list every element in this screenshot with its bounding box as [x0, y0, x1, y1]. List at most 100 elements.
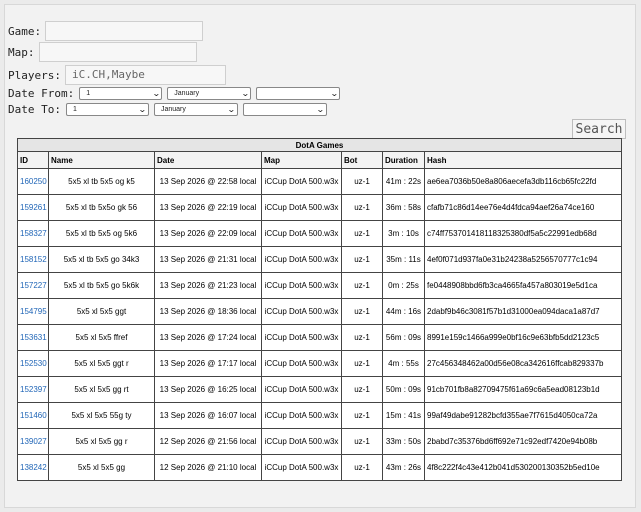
- cell-duration: 44m : 16s: [382, 298, 425, 325]
- cell-id[interactable]: 152530: [17, 350, 49, 377]
- cell-date: 13 Sep 2026 @ 17:17 local: [154, 350, 262, 377]
- cell-id[interactable]: 154795: [17, 298, 49, 325]
- cell-name: 5x5 xl 5x5 gg: [48, 454, 155, 481]
- table-caption: DotA Games: [17, 138, 622, 152]
- date-to-month-value: January: [160, 106, 186, 113]
- chevron-down-icon: ⌄: [329, 88, 339, 98]
- date-to-year-select[interactable]: ⌄: [242, 103, 327, 116]
- table-row[interactable]: 152530 5x5 xl 5x5 ggt r 13 Sep 2026 @ 17:1…: [17, 350, 622, 377]
- column-header-date[interactable]: Date: [154, 151, 262, 169]
- cell-name: 5x5 xl tb 5x5 og 5k6: [48, 220, 155, 247]
- column-header-name[interactable]: Name: [48, 151, 155, 169]
- cell-id[interactable]: 139027: [17, 428, 49, 455]
- cell-date: 13 Sep 2026 @ 22:58 local: [154, 168, 262, 195]
- cell-date: 13 Sep 2026 @ 21:31 local: [154, 246, 262, 273]
- table-header-row: ID Name Date Map Bot Duration Hash: [17, 151, 622, 169]
- cell-id[interactable]: 151460: [17, 402, 49, 429]
- cell-date: 12 Sep 2026 @ 21:10 local: [154, 454, 262, 481]
- search-button[interactable]: Search: [572, 119, 626, 139]
- cell-name: 5x5 xl tb 5x5o gk 56: [48, 194, 155, 221]
- cell-id[interactable]: 160250: [17, 168, 49, 195]
- cell-date: 13 Sep 2026 @ 16:25 local: [154, 376, 262, 403]
- cell-id[interactable]: 159261: [17, 194, 49, 221]
- cell-date: 13 Sep 2026 @ 22:09 local: [154, 220, 262, 247]
- table-row[interactable]: 153631 5x5 xl 5x5 ffref 13 Sep 2026 @ 17:2…: [17, 324, 622, 351]
- cell-hash: 2dabf9b46c3081f57b1d31000ea094daca1a87d7: [424, 298, 622, 325]
- players-input[interactable]: iC.CH,Maybe: [64, 65, 226, 85]
- column-header-map[interactable]: Map: [261, 151, 342, 169]
- cell-bot: uz-1: [341, 298, 383, 325]
- date-from-year-select[interactable]: ⌄: [256, 87, 341, 100]
- cell-map: iCCup DotA 500.w3x: [261, 298, 342, 325]
- cell-hash: ae6ea7036b50e8a806aecefa3db116cb65fc22fd: [424, 168, 622, 195]
- game-input[interactable]: [45, 21, 204, 41]
- table-row[interactable]: 159261 5x5 xl tb 5x5o gk 56 13 Sep 2026 @ …: [17, 194, 622, 221]
- cell-map: iCCup DotA 500.w3x: [261, 194, 342, 221]
- cell-map: iCCup DotA 500.w3x: [261, 220, 342, 247]
- cell-id[interactable]: 157227: [17, 272, 49, 299]
- cell-bot: uz-1: [341, 220, 383, 247]
- cell-hash: 8991e159c1466a999e0bf16c9e63bfb5dd2123c5: [424, 324, 622, 351]
- date-to-month-select[interactable]: January ⌄: [153, 103, 238, 116]
- table-row[interactable]: 152397 5x5 xl 5x5 gg rt 13 Sep 2026 @ 16:2…: [17, 376, 622, 403]
- date-from-month-select[interactable]: January ⌄: [167, 87, 252, 100]
- cell-date: 13 Sep 2026 @ 22:19 local: [154, 194, 262, 221]
- cell-name: 5x5 xl tb 5x5 og k5: [48, 168, 155, 195]
- cell-duration: 0m : 25s: [382, 272, 425, 299]
- cell-bot: uz-1: [341, 454, 383, 481]
- cell-bot: uz-1: [341, 350, 383, 377]
- cell-map: iCCup DotA 500.w3x: [261, 272, 342, 299]
- table-row[interactable]: 138242 5x5 xl 5x5 gg 12 Sep 2026 @ 21:10 l…: [17, 454, 622, 481]
- table-row[interactable]: 139027 5x5 xl 5x5 gg r 12 Sep 2026 @ 21:56…: [17, 428, 622, 455]
- map-label: Map:: [8, 45, 35, 59]
- cell-name: 5x5 xl tb 5x5 go 34k3: [48, 246, 155, 273]
- cell-date: 13 Sep 2026 @ 18:36 local: [154, 298, 262, 325]
- chevron-down-icon: ⌄: [151, 88, 161, 98]
- column-header-hash[interactable]: Hash: [424, 151, 622, 169]
- cell-name: 5x5 xl tb 5x5 go 5k6k: [48, 272, 155, 299]
- date-from-day-select[interactable]: 1 ⌄: [79, 87, 163, 100]
- cell-hash: 4f8c222f4c43e412b041d530200130352b5ed10e: [424, 454, 622, 481]
- table-row[interactable]: 157227 5x5 xl tb 5x5 go 5k6k 13 Sep 2026 @…: [17, 272, 622, 299]
- cell-bot: uz-1: [341, 246, 383, 273]
- cell-hash: 4ef0f071d937fa0e31b24238a5256570777c1c94: [424, 246, 622, 273]
- cell-map: iCCup DotA 500.w3x: [261, 454, 342, 481]
- cell-duration: 36m : 58s: [382, 194, 425, 221]
- cell-id[interactable]: 152397: [17, 376, 49, 403]
- cell-id[interactable]: 153631: [17, 324, 49, 351]
- cell-date: 13 Sep 2026 @ 21:23 local: [154, 272, 262, 299]
- cell-duration: 35m : 11s: [382, 246, 425, 273]
- cell-map: iCCup DotA 500.w3x: [261, 246, 342, 273]
- cell-id[interactable]: 158327: [17, 220, 49, 247]
- cell-date: 12 Sep 2026 @ 21:56 local: [154, 428, 262, 455]
- cell-duration: 43m : 26s: [382, 454, 425, 481]
- cell-duration: 41m : 22s: [382, 168, 425, 195]
- cell-bot: uz-1: [341, 428, 383, 455]
- cell-hash: 2babd7c35376bd6ff692e71c92edf7420e94b08b: [424, 428, 622, 455]
- column-header-id[interactable]: ID: [17, 151, 49, 169]
- cell-id[interactable]: 138242: [17, 454, 49, 481]
- table-row[interactable]: 151460 5x5 xl 5x5 55g ty 13 Sep 2026 @ 16:…: [17, 402, 622, 429]
- cell-duration: 15m : 41s: [382, 402, 425, 429]
- date-to-day-select[interactable]: 1 ⌄: [65, 103, 149, 116]
- column-header-duration[interactable]: Duration: [382, 151, 425, 169]
- cell-map: iCCup DotA 500.w3x: [261, 428, 342, 455]
- date-from-label: Date From:: [8, 87, 75, 100]
- cell-hash: 99af49dabe91282bcfd355ae7f7615d4050ca72a: [424, 402, 622, 429]
- table-row[interactable]: 158327 5x5 xl tb 5x5 og 5k6 13 Sep 2026 @ …: [17, 220, 622, 247]
- cell-hash: fe0448908bbd6fb3ca4665fa457a803019e5d1ca: [424, 272, 622, 299]
- cell-id[interactable]: 158152: [17, 246, 49, 273]
- date-to-row: Date To: 1 ⌄ January ⌄ ⌄: [8, 103, 327, 116]
- chevron-down-icon: ⌄: [227, 104, 236, 114]
- cell-name: 5x5 xl 5x5 gg rt: [48, 376, 155, 403]
- table-row[interactable]: 160250 5x5 xl tb 5x5 og k5 13 Sep 2026 @ 2…: [17, 168, 622, 195]
- table-row[interactable]: 154795 5x5 xl 5x5 ggt 13 Sep 2026 @ 18:36 …: [17, 298, 622, 325]
- cell-bot: uz-1: [341, 402, 383, 429]
- column-header-bot[interactable]: Bot: [341, 151, 383, 169]
- date-to-label: Date To:: [8, 103, 61, 116]
- table-row[interactable]: 158152 5x5 xl tb 5x5 go 34k3 13 Sep 2026 @…: [17, 246, 622, 273]
- cell-map: iCCup DotA 500.w3x: [261, 324, 342, 351]
- cell-hash: cfafb71c86d14ee76e4d4fdca94aef26a74ce160: [424, 194, 622, 221]
- cell-hash: 91cb701fb8a82709475f61a69c6a5ead08123b1d: [424, 376, 622, 403]
- map-input[interactable]: [38, 42, 197, 62]
